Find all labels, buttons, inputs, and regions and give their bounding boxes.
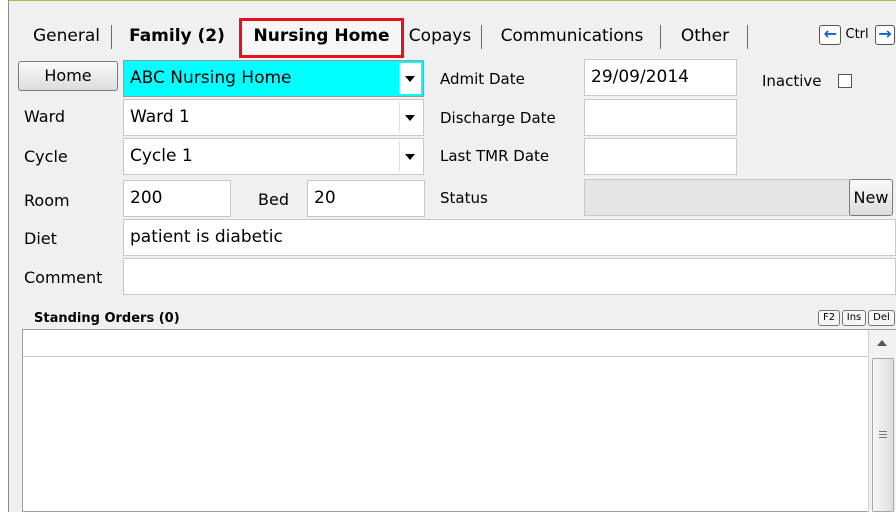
tab-general[interactable]: General xyxy=(21,17,112,55)
insert-key-button[interactable]: Ins xyxy=(842,310,866,326)
f2-key-button[interactable]: F2 xyxy=(818,310,840,326)
comment-label: Comment xyxy=(24,268,103,287)
vertical-scrollbar[interactable] xyxy=(868,330,896,512)
new-status-button[interactable]: New xyxy=(849,179,893,216)
tab-bar: General Family (2) Nursing Home Copays C… xyxy=(9,1,896,58)
scroll-thumb[interactable] xyxy=(872,358,894,512)
nav-back-button[interactable]: ← Ctrl xyxy=(815,23,873,49)
cycle-select[interactable]: Cycle 1 xyxy=(123,138,424,175)
last-tmr-date-input[interactable] xyxy=(584,138,737,175)
room-input[interactable]: 200 xyxy=(123,180,231,217)
inactive-label: Inactive xyxy=(762,72,822,90)
arrow-right-icon: → xyxy=(875,24,895,45)
nav-forward-button[interactable]: → xyxy=(875,23,895,49)
status-label: Status xyxy=(440,189,488,207)
tab-nursing-home[interactable]: Nursing Home xyxy=(239,18,404,58)
grip-icon xyxy=(879,431,887,432)
admit-date-input[interactable]: 29/09/2014 xyxy=(584,59,737,96)
tab-communications[interactable]: Communications xyxy=(483,17,661,55)
chevron-down-icon[interactable] xyxy=(399,102,421,133)
diet-label: Diet xyxy=(24,229,57,248)
bed-label: Bed xyxy=(258,190,289,209)
ward-select[interactable]: Ward 1 xyxy=(123,99,424,136)
standing-orders-title: Standing Orders (0) xyxy=(34,311,180,326)
ward-label: Ward xyxy=(24,107,66,126)
tab-family[interactable]: Family (2) xyxy=(113,17,241,55)
diet-input[interactable]: patient is diabetic xyxy=(123,219,896,256)
scroll-up-icon[interactable] xyxy=(877,340,887,346)
chevron-down-icon[interactable] xyxy=(399,141,421,172)
tab-copays[interactable]: Copays xyxy=(398,17,482,55)
bed-input[interactable]: 20 xyxy=(307,180,425,217)
comment-input[interactable] xyxy=(123,258,896,295)
arrow-left-icon: ← xyxy=(819,24,842,45)
discharge-date-label: Discharge Date xyxy=(440,109,556,127)
list-header-row xyxy=(23,330,868,357)
admit-date-label: Admit Date xyxy=(440,70,525,88)
inactive-checkbox[interactable] xyxy=(838,74,852,88)
home-select[interactable]: ABC Nursing Home xyxy=(123,60,424,97)
last-tmr-date-label: Last TMR Date xyxy=(440,147,550,165)
home-button[interactable]: Home xyxy=(18,61,118,91)
status-field xyxy=(584,179,850,216)
delete-key-button[interactable]: Del xyxy=(868,310,895,326)
cycle-label: Cycle xyxy=(24,147,68,166)
room-label: Room xyxy=(24,191,70,210)
discharge-date-input[interactable] xyxy=(584,99,737,136)
tab-other[interactable]: Other xyxy=(662,17,748,55)
chevron-down-icon[interactable] xyxy=(399,63,421,94)
